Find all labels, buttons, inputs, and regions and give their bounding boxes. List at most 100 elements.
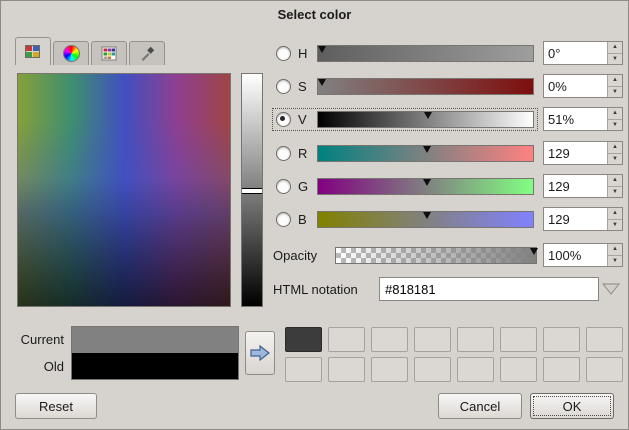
h-spinbox: ▲ ▼ <box>543 41 623 65</box>
palette-history <box>285 327 623 382</box>
s-spin-down-button[interactable]: ▼ <box>608 87 622 98</box>
value-bar[interactable] <box>241 73 263 307</box>
history-dropdown-button[interactable] <box>599 283 623 295</box>
palette-swatch[interactable] <box>328 327 365 352</box>
v-input[interactable] <box>544 108 607 130</box>
palette-grid-icon <box>101 46 117 62</box>
h-slider-marker[interactable] <box>318 46 326 53</box>
reset-button[interactable]: Reset <box>15 393 97 419</box>
g-spinbox: ▲ ▼ <box>543 174 623 198</box>
radio-v[interactable] <box>276 112 291 127</box>
palette-swatch[interactable] <box>586 327 623 352</box>
select-color-dialog: Select color <box>0 0 629 430</box>
palette-swatch[interactable] <box>543 327 580 352</box>
tab-gimp-selector[interactable] <box>15 37 51 65</box>
b-spin-down-button[interactable]: ▼ <box>608 220 622 231</box>
html-notation-input[interactable] <box>379 277 599 301</box>
v-spin-up-button[interactable]: ▲ <box>608 108 622 120</box>
color-square-selector[interactable] <box>17 73 231 307</box>
h-spin-up-button[interactable]: ▲ <box>608 42 622 54</box>
palette-swatch[interactable] <box>285 357 322 382</box>
opacity-row: Opacity ▲ ▼ <box>273 242 623 268</box>
opacity-label: Opacity <box>273 248 335 263</box>
opacity-spin-up-button[interactable]: ▲ <box>608 244 622 256</box>
s-slider[interactable] <box>317 78 534 95</box>
current-color-swatch <box>72 327 238 353</box>
v-spinbox: ▲ ▼ <box>543 107 623 131</box>
radio-b[interactable] <box>276 212 291 227</box>
old-label: Old <box>15 353 64 380</box>
palette-swatch[interactable] <box>457 327 494 352</box>
channel-row-h: H ▲ ▼ <box>273 40 623 66</box>
html-notation-row: HTML notation <box>273 276 623 302</box>
g-spin-down-button[interactable]: ▼ <box>608 187 622 198</box>
g-slider-marker[interactable] <box>423 179 431 186</box>
channel-row-s: S ▲ ▼ <box>273 73 623 99</box>
v-slider-marker[interactable] <box>424 112 432 119</box>
r-slider[interactable] <box>317 145 534 162</box>
radio-r[interactable] <box>276 146 291 161</box>
b-slider-marker[interactable] <box>423 212 431 219</box>
opacity-input[interactable] <box>544 244 607 266</box>
r-input[interactable] <box>544 142 607 164</box>
radio-h[interactable] <box>276 46 291 61</box>
opacity-slider-marker[interactable] <box>530 248 538 255</box>
opacity-spin-down-button[interactable]: ▼ <box>608 256 622 267</box>
palette-swatch[interactable] <box>371 327 408 352</box>
palette-swatch[interactable] <box>371 357 408 382</box>
channel-row-b: B ▲ ▼ <box>273 206 623 232</box>
tab-eyedropper[interactable] <box>129 41 165 65</box>
cancel-button[interactable]: Cancel <box>438 393 522 419</box>
channel-s-label: S <box>298 79 311 94</box>
channel-b-label: B <box>298 212 311 227</box>
opacity-slider[interactable] <box>335 247 537 264</box>
palette-swatch[interactable] <box>285 327 322 352</box>
g-slider[interactable] <box>317 178 534 195</box>
palette-swatch[interactable] <box>328 357 365 382</box>
palette-swatch[interactable] <box>500 357 537 382</box>
r-spinbox: ▲ ▼ <box>543 141 623 165</box>
dialog-title: Select color <box>1 1 628 28</box>
palette-swatch[interactable] <box>500 327 537 352</box>
palette-swatch[interactable] <box>543 357 580 382</box>
selector-tabs <box>15 37 165 65</box>
r-spin-up-button[interactable]: ▲ <box>608 142 622 154</box>
opacity-spinbox: ▲ ▼ <box>543 243 623 267</box>
tab-palette-grid[interactable] <box>91 41 127 65</box>
r-slider-marker[interactable] <box>423 146 431 153</box>
channel-row-v: V ▲ ▼ <box>273 106 623 132</box>
s-spin-up-button[interactable]: ▲ <box>608 75 622 87</box>
s-slider-marker[interactable] <box>318 79 326 86</box>
v-spin-down-button[interactable]: ▼ <box>608 120 622 131</box>
radio-g[interactable] <box>276 179 291 194</box>
h-slider[interactable] <box>317 45 534 62</box>
tab-color-wheel[interactable] <box>53 41 89 65</box>
b-spin-up-button[interactable]: ▲ <box>608 208 622 220</box>
radio-s[interactable] <box>276 79 291 94</box>
channel-row-r: R ▲ ▼ <box>273 140 623 166</box>
v-slider[interactable] <box>317 111 534 128</box>
dropdown-triangle-icon <box>602 283 620 295</box>
current-old-area: Current Old <box>15 326 239 380</box>
channel-v-label: V <box>298 112 311 127</box>
r-spin-down-button[interactable]: ▼ <box>608 154 622 165</box>
g-input[interactable] <box>544 175 607 197</box>
h-input[interactable] <box>544 42 607 64</box>
ok-button[interactable]: OK <box>530 393 614 419</box>
channel-g-label: G <box>298 179 311 194</box>
b-input[interactable] <box>544 208 607 230</box>
value-bar-marker[interactable] <box>242 188 262 194</box>
b-slider[interactable] <box>317 211 534 228</box>
s-input[interactable] <box>544 75 607 97</box>
h-spin-down-button[interactable]: ▼ <box>608 54 622 65</box>
palette-swatch[interactable] <box>586 357 623 382</box>
eyedropper-icon <box>139 46 155 62</box>
html-notation-label: HTML notation <box>273 282 379 297</box>
channel-r-label: R <box>298 146 311 161</box>
add-to-palette-button[interactable] <box>245 331 275 375</box>
old-color-swatch <box>72 353 238 379</box>
palette-swatch[interactable] <box>414 327 451 352</box>
palette-swatch[interactable] <box>457 357 494 382</box>
palette-swatch[interactable] <box>414 357 451 382</box>
g-spin-up-button[interactable]: ▲ <box>608 175 622 187</box>
